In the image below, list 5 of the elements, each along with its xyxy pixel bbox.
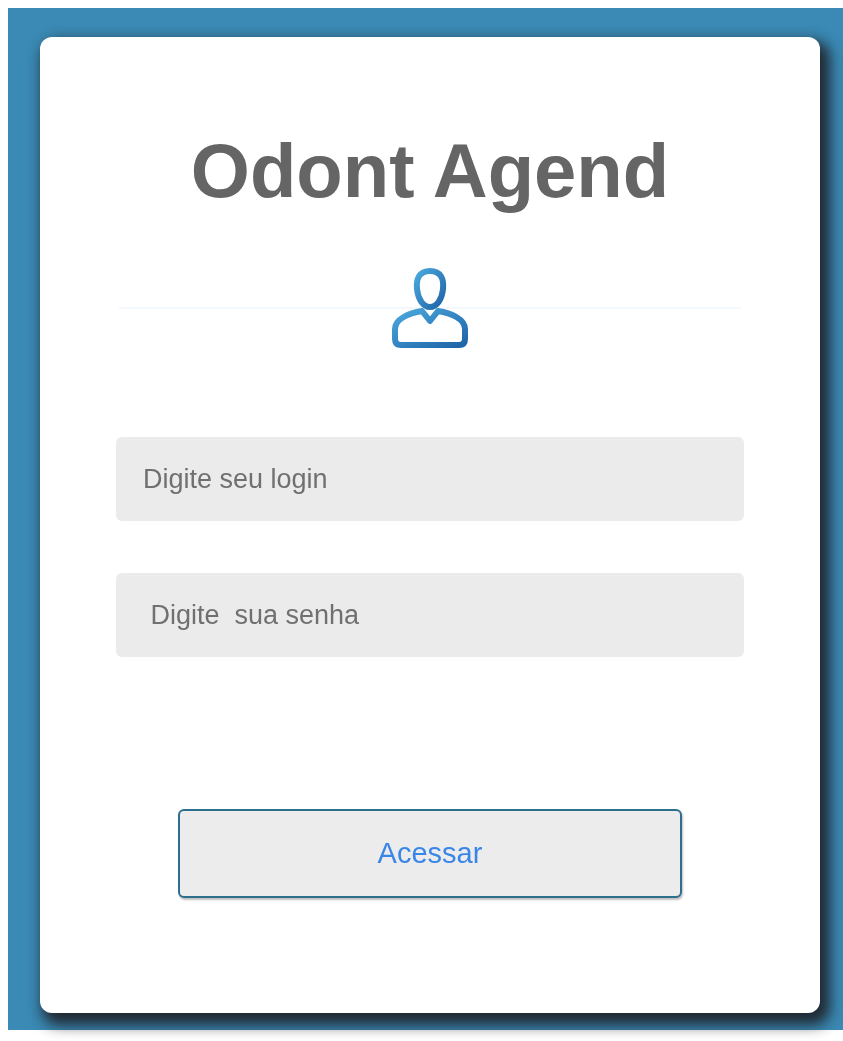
input-field[interactable]: Digite seu login — [116, 437, 744, 521]
access-button[interactable]: Acessar — [178, 809, 682, 898]
input-field[interactable]: Digite sua senha — [116, 573, 744, 657]
app-title: Odont Agend — [190, 129, 670, 213]
user-icon — [389, 267, 471, 349]
